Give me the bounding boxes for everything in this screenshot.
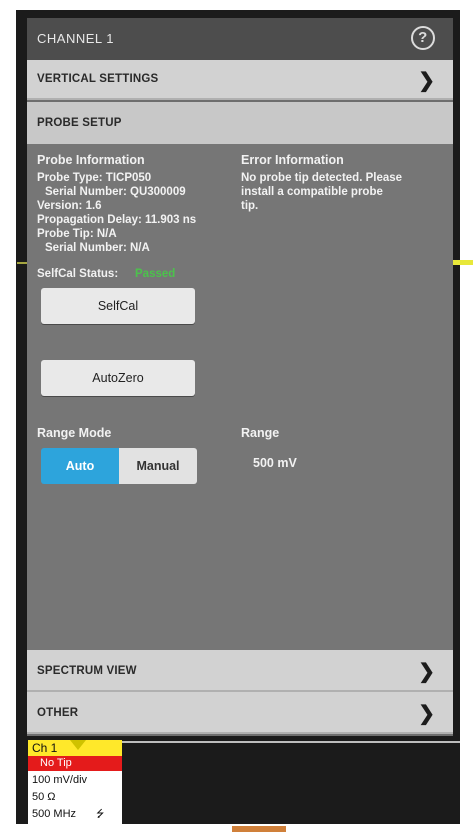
- timebase-marker: [232, 826, 286, 832]
- spectrum-view-label: SPECTRUM VIEW: [37, 665, 137, 677]
- range-mode-manual-option[interactable]: Manual: [119, 448, 197, 484]
- error-info-heading: Error Information: [241, 153, 344, 167]
- channel-pointer-icon: [70, 740, 86, 750]
- range-mode-label: Range Mode: [37, 426, 112, 440]
- propagation-delay: Propagation Delay: 11.903 ns: [37, 214, 197, 226]
- selfcal-button[interactable]: SelfCal: [41, 288, 195, 324]
- probe-type: Probe Type: TICP050: [37, 172, 152, 184]
- probe-setup-label: PROBE SETUP: [37, 117, 122, 129]
- channel-1-badge[interactable]: Ch 1 No Tip 100 mV/div 50 Ω 500 MHz ⭍: [28, 740, 122, 826]
- probe-tip: Probe Tip: N/A: [37, 228, 117, 240]
- no-tip-text: No Tip: [40, 757, 72, 769]
- probe-tip-serial-number: Serial Number: N/A: [45, 242, 150, 254]
- other-label: OTHER: [37, 707, 79, 719]
- channel-label: Ch 1: [32, 741, 58, 755]
- trace-marker: [452, 260, 473, 265]
- selfcal-status-value: Passed: [135, 268, 176, 280]
- bandwidth-limit: 500 MHz: [32, 808, 77, 820]
- bandwidth-filter-icon: ⭍: [96, 809, 105, 820]
- range-label: Range: [241, 426, 280, 440]
- panel-header: CHANNEL 1 ?: [27, 18, 453, 60]
- autozero-button[interactable]: AutoZero: [41, 360, 195, 396]
- channel-1-config-panel: CHANNEL 1 ? VERTICAL SETTINGS ❯ PROBE SE…: [27, 18, 453, 736]
- scope-baseline: [120, 741, 460, 743]
- chevron-right-icon: ❯: [418, 70, 435, 92]
- error-message-line-3: tip.: [241, 200, 259, 212]
- probe-setup-content: Probe Information Probe Type: TICP050 Se…: [27, 144, 453, 666]
- panel-title: CHANNEL 1: [37, 31, 114, 46]
- probe-version: Version: 1.6: [37, 200, 102, 212]
- help-icon[interactable]: ?: [411, 26, 435, 50]
- probe-setup-section[interactable]: PROBE SETUP: [27, 102, 453, 146]
- probe-info-heading: Probe Information: [37, 153, 145, 167]
- range-mode-toggle: Auto Manual: [41, 448, 197, 484]
- input-impedance: 50 Ω: [32, 791, 56, 803]
- selfcal-status-label: SelfCal Status:: [37, 268, 119, 280]
- probe-serial-number: Serial Number: QU300009: [45, 186, 186, 198]
- chevron-right-icon: ❯: [418, 661, 435, 683]
- vertical-settings-label: VERTICAL SETTINGS: [37, 73, 159, 85]
- error-message-line-2: install a compatible probe: [241, 186, 383, 198]
- range-mode-auto-option[interactable]: Auto: [41, 448, 119, 484]
- vertical-scale: 100 mV/div: [32, 774, 88, 786]
- error-message-line-1: No probe tip detected. Please: [241, 172, 403, 184]
- vertical-settings-section[interactable]: VERTICAL SETTINGS ❯: [27, 60, 453, 100]
- other-section[interactable]: OTHER ❯: [27, 692, 453, 734]
- chevron-right-icon: ❯: [418, 703, 435, 725]
- range-value[interactable]: 500 mV: [253, 456, 297, 470]
- spectrum-view-section[interactable]: SPECTRUM VIEW ❯: [27, 650, 453, 692]
- no-tip-warning: No Tip: [28, 756, 122, 771]
